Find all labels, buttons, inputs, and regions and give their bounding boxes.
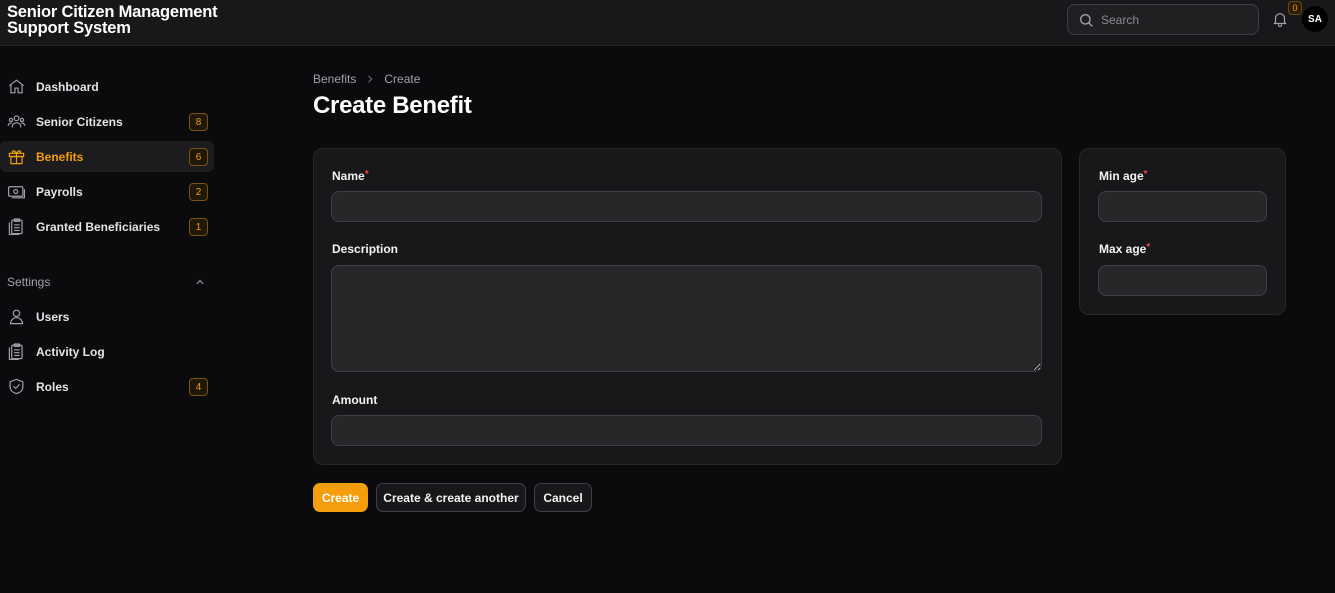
amount-input[interactable] [331,415,1042,446]
max-age-label: Max age* [1099,242,1150,256]
breadcrumb-link-benefits[interactable]: Benefits [313,72,356,86]
shield-check-icon [9,378,24,395]
users-icon [7,115,26,128]
sidebar-item-users[interactable]: Users [0,301,214,332]
search-icon [1080,13,1093,27]
home-icon [9,79,24,94]
sidebar: Dashboard Senior Citizens 8 Benefits 6 P… [0,46,220,593]
description-label: Description [332,242,399,256]
sidebar-item-payrolls[interactable]: Payrolls 2 [0,176,214,207]
clipboard-icon [8,218,23,236]
sidebar-item-label: Users [36,309,70,324]
breadcrumb: Benefits Create [313,72,420,86]
sidebar-item-dashboard[interactable]: Dashboard [0,71,214,102]
sidebar-item-granted-beneficiaries[interactable]: Granted Beneficiaries 1 [0,211,214,242]
required-mark: * [1143,169,1148,180]
search-input[interactable] [1101,12,1251,27]
max-age-label-text: Max age [1099,242,1147,256]
app-title[interactable]: Senior Citizen Management Support System [7,3,218,37]
count-badge: 4 [189,378,208,396]
sidebar-item-label: Roles [36,379,69,394]
sidebar-group-settings[interactable]: Settings [7,275,50,289]
create-button[interactable]: Create [313,483,368,512]
sidebar-item-benefits[interactable]: Benefits 6 [0,141,214,172]
page-title: Create Benefit [313,92,472,119]
gift-icon [8,150,25,165]
count-badge: 6 [189,148,208,166]
name-label-text: Name [332,169,365,183]
sidebar-item-roles[interactable]: Roles 4 [0,371,214,402]
description-textarea[interactable] [331,265,1042,372]
sidebar-item-senior-citizens[interactable]: Senior Citizens 8 [0,106,214,137]
banknote-icon [7,186,26,199]
sidebar-item-label: Payrolls [36,184,83,199]
count-badge: 8 [189,113,208,131]
min-age-label-text: Min age [1099,169,1144,183]
min-age-input[interactable] [1098,191,1267,222]
name-label: Name* [332,169,369,183]
breadcrumb-current: Create [384,72,421,86]
sidebar-item-label: Senior Citizens [36,114,123,129]
sidebar-item-activity-log[interactable]: Activity Log [0,336,214,367]
avatar[interactable]: SA [1302,6,1328,32]
app-title-line-2: Support System [7,19,131,37]
chevron-up-icon[interactable] [194,276,206,288]
cancel-button[interactable]: Cancel [534,483,592,512]
bell-icon[interactable] [1271,10,1289,28]
count-badge: 1 [189,218,208,236]
required-mark: * [364,169,369,180]
name-input[interactable] [331,191,1042,222]
chevron-right-icon [368,75,373,83]
user-icon [9,309,24,325]
create-another-button[interactable]: Create & create another [376,483,526,512]
min-age-label: Min age* [1099,169,1148,183]
search-box[interactable] [1067,4,1259,35]
app-title-line-1: Senior Citizen Management [7,3,218,21]
top-bar: Senior Citizen Management Support System… [0,0,1335,46]
sidebar-item-label: Dashboard [36,79,99,94]
notification-count-badge: 0 [1288,1,1302,15]
max-age-input[interactable] [1098,265,1267,296]
sidebar-item-label: Activity Log [36,344,105,359]
required-mark: * [1146,242,1151,253]
sidebar-item-label: Granted Beneficiaries [36,219,161,234]
clipboard-icon [8,343,23,361]
count-badge: 2 [189,183,208,201]
amount-label: Amount [332,393,378,407]
sidebar-item-label: Benefits [36,149,84,164]
